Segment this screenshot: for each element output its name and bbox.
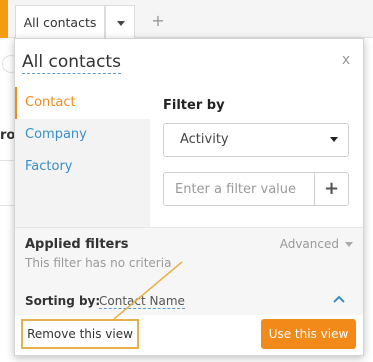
entity-sidebar: Contact Company Factory [15, 87, 150, 227]
tab-dropdown-button[interactable] [105, 5, 135, 38]
applied-filters-title: Applied filters [25, 237, 129, 252]
filter-field-value: Activity [180, 132, 229, 147]
background-divider [0, 160, 14, 161]
caret-down-icon [345, 242, 353, 247]
chevron-down-icon [117, 21, 125, 26]
applied-filters-section: Applied filters This filter has no crite… [15, 227, 363, 289]
tab-all-contacts[interactable]: All contacts [15, 5, 105, 38]
sorting-section: Sorting by: Contact Name [15, 289, 363, 315]
view-title[interactable]: All contacts [22, 52, 121, 74]
filter-value-group: + [163, 172, 349, 206]
tab-accent [0, 0, 8, 38]
sorting-field-link[interactable]: Contact Name [99, 294, 185, 309]
close-icon[interactable]: x [339, 52, 353, 68]
sidebar-item-company[interactable]: Company [15, 119, 150, 151]
view-editor-popup: All contacts x Contact Company Factory F… [14, 38, 364, 356]
plus-icon[interactable]: + [314, 173, 348, 205]
chevron-down-icon [330, 137, 338, 142]
chevron-up-icon[interactable] [331, 292, 347, 308]
remove-view-button[interactable]: Remove this view [21, 319, 139, 349]
background-divider [0, 205, 14, 206]
advanced-label: Advanced [279, 237, 339, 251]
no-criteria-text: This filter has no criteria [25, 256, 172, 270]
filter-value-input[interactable] [164, 173, 314, 205]
use-view-button[interactable]: Use this view [261, 319, 356, 349]
filter-field-select[interactable]: Activity [163, 123, 349, 157]
filter-by-heading: Filter by [163, 98, 225, 113]
add-tab-button[interactable]: + [148, 9, 168, 33]
sorting-label: Sorting by: [25, 294, 101, 308]
sidebar-item-factory[interactable]: Factory [15, 151, 150, 183]
tab-bar: All contacts + [0, 0, 373, 38]
sidebar-item-contact[interactable]: Contact [15, 87, 150, 119]
advanced-toggle[interactable]: Advanced [280, 237, 353, 251]
